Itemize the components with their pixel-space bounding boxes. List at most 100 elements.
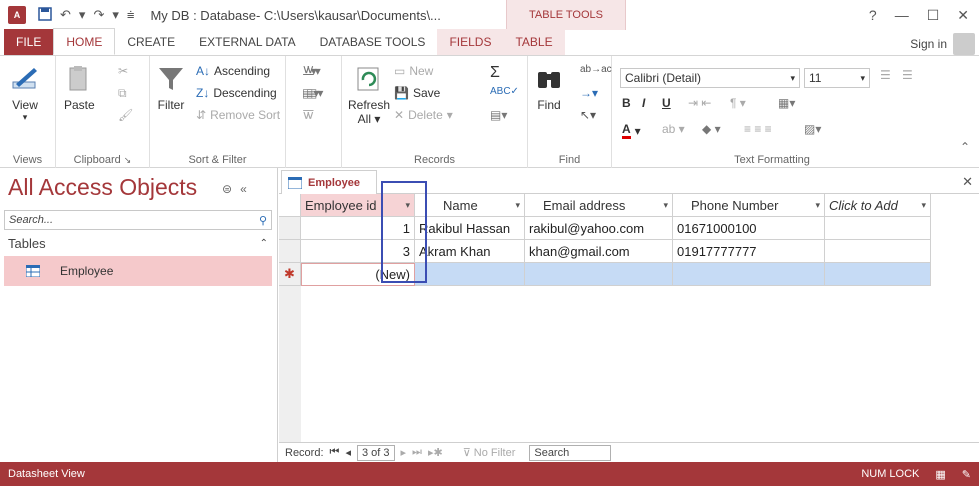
- select-all-cell[interactable]: [279, 194, 301, 217]
- tab-file[interactable]: FILE: [4, 29, 54, 55]
- tab-employee-table[interactable]: Employee: [281, 170, 377, 195]
- collapse-pane-icon[interactable]: «: [240, 182, 247, 196]
- redo-icon[interactable]: ↷: [93, 7, 104, 23]
- nav-item-employee[interactable]: Employee: [4, 256, 272, 286]
- italic-button[interactable]: I: [642, 96, 645, 110]
- save-icon[interactable]: [38, 6, 52, 24]
- align-icons[interactable]: ≡ ≡ ≡: [744, 122, 772, 136]
- font-name-select[interactable]: Calibri (Detail) ▾: [620, 68, 800, 88]
- minimize-button[interactable]: —: [895, 7, 909, 23]
- tab-database-tools[interactable]: DATABASE TOOLS: [308, 29, 438, 55]
- cell-name[interactable]: Rakibul Hassan: [415, 217, 525, 240]
- no-filter-button[interactable]: ⊽ No Filter: [463, 446, 516, 459]
- help-icon[interactable]: ?: [869, 7, 877, 23]
- qat-customize-icon[interactable]: ▾: [112, 7, 119, 23]
- close-button[interactable]: ✕: [957, 7, 969, 24]
- column-header-name[interactable]: Name ▾: [415, 194, 525, 217]
- toggle-filter-icon-2[interactable]: ⊽: [306, 108, 315, 122]
- close-document-icon[interactable]: ✕: [962, 174, 973, 190]
- search-icon[interactable]: ⚲: [259, 214, 267, 227]
- paragraph-icon[interactable]: ¶ ▾: [730, 96, 746, 110]
- alternate-row-color-icon[interactable]: ▨▾: [804, 122, 821, 136]
- nav-search-input[interactable]: Search... ⚲: [4, 210, 272, 230]
- cell-email[interactable]: rakibul@yahoo.com: [525, 217, 673, 240]
- delete-record-button[interactable]: ✕ Delete ▾: [394, 108, 453, 122]
- filter-button[interactable]: Filter: [156, 64, 186, 112]
- current-record-input[interactable]: 3 of 3: [356, 444, 395, 461]
- fill-color-icon[interactable]: ◆ ▾: [702, 122, 721, 136]
- find-button[interactable]: Find: [534, 64, 564, 112]
- bullets-icon[interactable]: ☰: [880, 68, 891, 82]
- font-color-button[interactable]: A ▾: [622, 122, 641, 139]
- cell-phone[interactable]: 01671000100: [673, 217, 825, 240]
- bold-button[interactable]: B: [622, 96, 631, 110]
- advanced-filter-icon-2[interactable]: ▤▾: [306, 86, 323, 100]
- avatar[interactable]: [953, 33, 975, 55]
- first-record-icon[interactable]: ⏮: [330, 446, 340, 459]
- next-record-icon[interactable]: ▸: [401, 446, 407, 459]
- new-record-button[interactable]: ▭ New: [394, 64, 433, 78]
- cell-email[interactable]: khan@gmail.com: [525, 240, 673, 263]
- nav-menu-icon[interactable]: ⊜: [222, 182, 232, 196]
- format-painter-icon[interactable]: 🖌: [118, 108, 133, 122]
- collapse-ribbon-icon[interactable]: ⌃: [960, 140, 970, 154]
- save-record-button[interactable]: 💾 Save: [394, 86, 440, 100]
- cell-empty[interactable]: [825, 240, 931, 263]
- indent-icon[interactable]: ⇥ ⇤: [688, 96, 711, 110]
- underline-button[interactable]: U: [662, 96, 671, 110]
- cell-empty[interactable]: [825, 217, 931, 240]
- go-to-icon[interactable]: →▾: [580, 86, 598, 100]
- customize-qat-icon[interactable]: ⩧: [127, 7, 135, 23]
- qat-dropdown-icon[interactable]: ▾: [79, 7, 86, 23]
- previous-record-icon[interactable]: ◂: [345, 446, 351, 459]
- totals-icon[interactable]: Σ: [490, 64, 500, 82]
- cell-new-empty[interactable]: [825, 263, 931, 286]
- spelling-icon[interactable]: ABC✓: [490, 86, 519, 97]
- more-records-icon[interactable]: ▤▾: [490, 108, 507, 122]
- new-blank-record-icon[interactable]: ▸✱: [428, 446, 443, 459]
- column-header-phone[interactable]: Phone Number ▾: [673, 194, 825, 217]
- restore-button[interactable]: ☐: [927, 7, 940, 24]
- numbering-icon[interactable]: ☰: [902, 68, 913, 82]
- design-view-icon[interactable]: ✎: [962, 468, 971, 481]
- remove-sort-button[interactable]: ⇵ Remove Sort: [196, 108, 280, 122]
- new-record-row[interactable]: ✱ (New): [279, 263, 931, 286]
- tab-home[interactable]: HOME: [53, 28, 116, 55]
- replace-icon[interactable]: ab→ac: [580, 64, 612, 75]
- datasheet-view-icon[interactable]: ▦: [935, 468, 945, 481]
- selection-filter-icon-2[interactable]: ⊻▾: [306, 64, 321, 78]
- cell-name[interactable]: Akram Khan: [415, 240, 525, 263]
- tab-fields[interactable]: FIELDS: [437, 29, 504, 55]
- undo-icon[interactable]: ↶: [60, 7, 71, 23]
- row-selector[interactable]: [279, 240, 301, 263]
- table-row[interactable]: 1 Rakibul Hassan rakibul@yahoo.com 01671…: [279, 217, 931, 240]
- column-header-click-to-add[interactable]: Click to Add ▾: [825, 194, 931, 217]
- last-record-icon[interactable]: ⏭: [412, 446, 422, 459]
- sign-in-link[interactable]: Sign in: [910, 37, 947, 51]
- collapse-section-icon[interactable]: ⌃: [260, 238, 268, 249]
- refresh-all-button[interactable]: Refresh All ▾: [348, 64, 390, 126]
- cell-new-phone[interactable]: [673, 263, 825, 286]
- cell-phone[interactable]: 01917777777: [673, 240, 825, 263]
- access-app-icon[interactable]: A: [8, 6, 26, 24]
- cut-icon[interactable]: ✂: [118, 64, 128, 78]
- cell-new-email[interactable]: [525, 263, 673, 286]
- nav-section-tables[interactable]: Tables ⌃: [4, 232, 272, 254]
- select-icon[interactable]: ↖▾: [580, 108, 596, 122]
- search-box[interactable]: Search: [529, 444, 612, 461]
- sort-descending-button[interactable]: Z↓ Descending: [196, 86, 277, 100]
- paste-button[interactable]: Paste: [64, 64, 95, 112]
- copy-icon[interactable]: ⧉: [118, 86, 127, 101]
- table-row[interactable]: 3 Akram Khan khan@gmail.com 01917777777: [279, 240, 931, 263]
- tab-external-data[interactable]: EXTERNAL DATA: [187, 29, 307, 55]
- row-selector[interactable]: [279, 217, 301, 240]
- view-button[interactable]: View ▾: [10, 64, 40, 123]
- sort-ascending-button[interactable]: A↓ Ascending: [196, 64, 270, 78]
- highlight-icon[interactable]: ab ▾: [662, 122, 685, 136]
- tab-create[interactable]: CREATE: [115, 29, 187, 55]
- tab-table[interactable]: TABLE: [503, 29, 565, 55]
- gridlines-icon[interactable]: ▦▾: [778, 96, 795, 110]
- cell-new-name[interactable]: [415, 263, 525, 286]
- font-size-select[interactable]: 11 ▾: [804, 68, 870, 88]
- column-header-email[interactable]: Email address ▾: [525, 194, 673, 217]
